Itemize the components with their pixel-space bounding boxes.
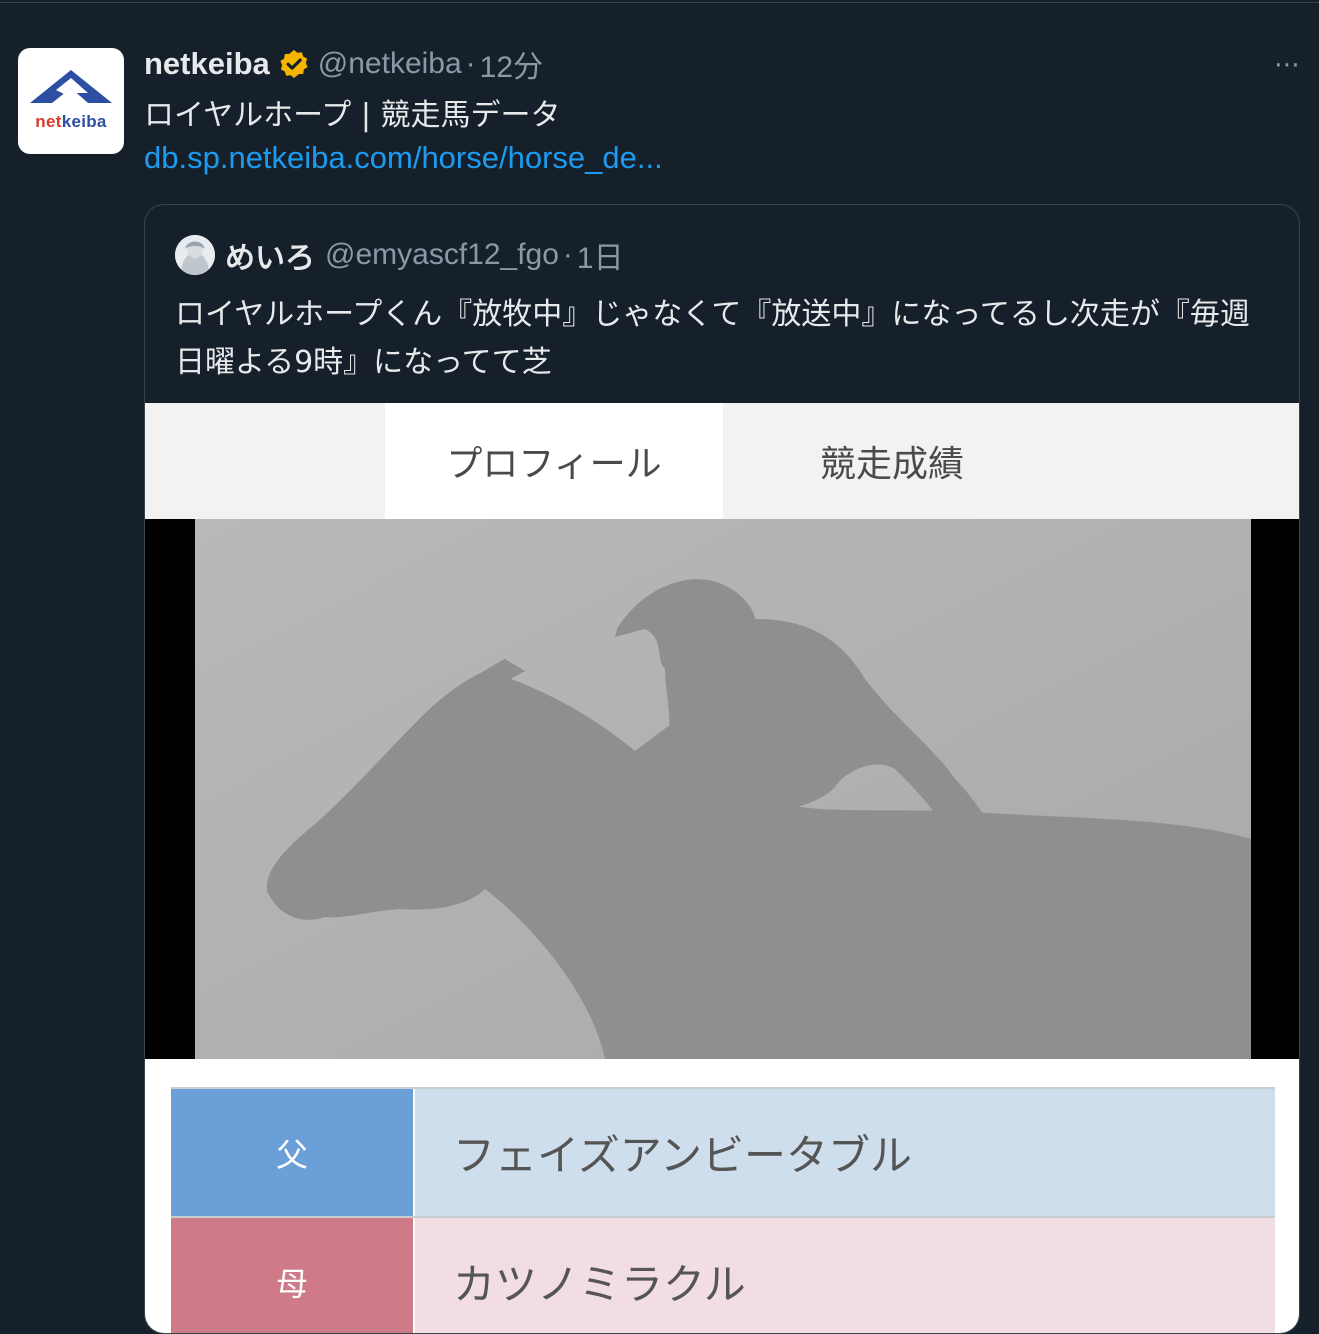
tab-race-results: 競走成績: [819, 444, 964, 485]
more-options-icon[interactable]: ⋯: [1274, 50, 1301, 80]
pedigree-label-sire: 父: [171, 1089, 413, 1216]
separator-dot: ·: [465, 47, 476, 80]
quoted-author-display-name[interactable]: めいろ: [225, 233, 315, 277]
verified-badge-icon: [280, 50, 308, 78]
pedigree-value-dam: カツノミラクル: [415, 1218, 1275, 1333]
horse-photo-placeholder: [145, 519, 1299, 1059]
pedigree-value-sire: フェイズアンビータブル: [415, 1089, 1275, 1216]
quoted-author-avatar[interactable]: [175, 235, 215, 275]
quoted-author-handle[interactable]: @emyascf12_fgo: [325, 238, 559, 272]
author-avatar[interactable]: netkeiba: [18, 48, 124, 154]
netkeiba-logo-icon: [30, 70, 112, 103]
separator-dot: ·: [562, 238, 573, 271]
tab-profile: プロフィール: [385, 403, 723, 519]
pedigree-row-sire: 父 フェイズアンビータブル: [171, 1087, 1275, 1216]
avatar-logo-text: netkeiba: [35, 112, 107, 131]
horse-jockey-silhouette-icon: [195, 519, 1251, 1059]
author-display-name[interactable]: netkeiba: [144, 46, 270, 82]
quoted-tweet-header: めいろ @emyascf12_fgo · 1日: [175, 233, 624, 277]
avatar-illustration-icon: [175, 235, 215, 275]
timeline-divider: [0, 2, 1319, 3]
author-handle[interactable]: @netkeiba: [318, 47, 462, 81]
quoted-tweet[interactable]: めいろ @emyascf12_fgo · 1日 ロイヤルホープくん『放牧中』じゃ…: [144, 204, 1300, 1334]
quoted-tweet-text: ロイヤルホープくん『放牧中』じゃなくて『放送中』になってるし次走が『毎週日曜よる…: [175, 297, 1250, 380]
quoted-tweet-image[interactable]: プロフィール 競走成績 父 フェイズアンビータブル 母 カツノミラクル: [145, 403, 1299, 1333]
pedigree-table: 父 フェイズアンビータブル 母 カツノミラクル: [171, 1087, 1275, 1333]
quoted-tweet-timestamp[interactable]: 1日: [577, 233, 624, 277]
tweet-text: ロイヤルホープ | 競走馬データ: [144, 98, 561, 133]
pedigree-label-dam: 母: [171, 1218, 413, 1333]
tweet-timestamp[interactable]: 12分: [480, 42, 543, 86]
horse-page-tabbar: プロフィール 競走成績: [145, 403, 1299, 519]
tweet-link[interactable]: db.sp.netkeiba.com/horse/horse_de...: [144, 140, 663, 176]
tweet-header: netkeiba @netkeiba · 12分: [144, 42, 543, 86]
pedigree-row-dam: 母 カツノミラクル: [171, 1216, 1275, 1333]
